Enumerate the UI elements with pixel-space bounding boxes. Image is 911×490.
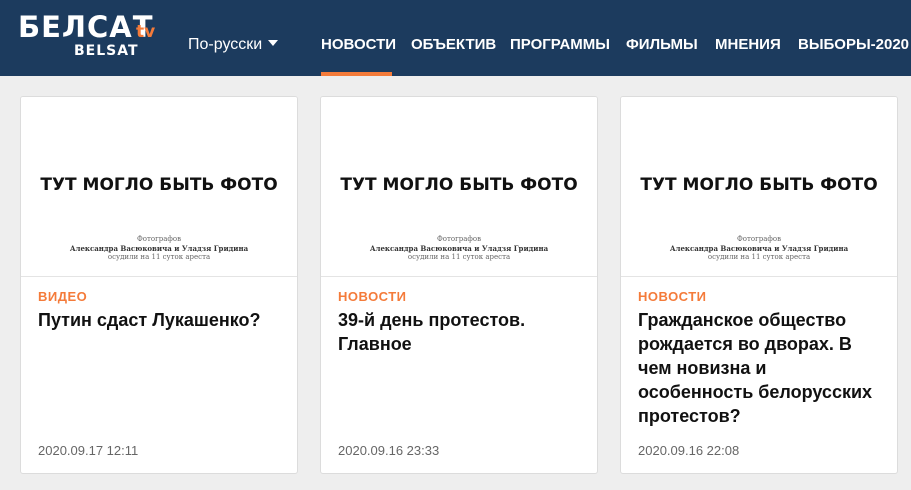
placeholder-caption: Фотографов	[436, 235, 482, 243]
placeholder-caption: осудили на 11 суток ареста	[107, 253, 211, 261]
placeholder-caption: Александра Васюковича и Уладзя Гридина	[69, 244, 249, 253]
logo-sub-text: BELSAT	[74, 43, 139, 59]
placeholder-title: ТУТ МОГЛО БЫТЬ ФОТО	[640, 175, 878, 195]
chevron-down-icon	[268, 39, 279, 46]
placeholder-caption: Александра Васюковича и Уладзя Гридина	[669, 244, 849, 253]
card-headline[interactable]: Путин сдаст Лукашенко?	[38, 308, 286, 332]
placeholder-caption: Фотографов	[136, 235, 182, 243]
news-card[interactable]: ТУТ МОГЛО БЫТЬ ФОТО Фотографов Александр…	[620, 96, 898, 474]
nav-item-programs[interactable]: ПРОГРАММЫ	[510, 35, 610, 55]
nav-item-elections-2020[interactable]: ВЫБОРЫ-2020	[798, 35, 909, 55]
photo-placeholder[interactable]: ТУТ МОГЛО БЫТЬ ФОТО Фотографов Александр…	[21, 97, 297, 277]
active-nav-indicator	[321, 72, 392, 76]
photo-placeholder[interactable]: ТУТ МОГЛО БЫТЬ ФОТО Фотографов Александр…	[321, 97, 597, 277]
logo-main-text: БЕЛСАТ	[18, 10, 154, 44]
nav-item-films[interactable]: ФИЛЬМЫ	[626, 35, 698, 55]
nav-item-obektiv[interactable]: ОБЪЕКТИВ	[411, 35, 496, 55]
nav-item-opinions[interactable]: МНЕНИЯ	[715, 35, 781, 55]
nav-item-news[interactable]: НОВОСТИ	[321, 35, 396, 55]
card-date: 2020.09.17 12:11	[38, 443, 139, 458]
news-card[interactable]: ТУТ МОГЛО БЫТЬ ФОТО Фотографов Александр…	[20, 96, 298, 474]
top-header: БЕЛСАТ tv BELSAT По-русски НОВОСТИ ОБЪЕК…	[0, 0, 911, 76]
card-category[interactable]: ВИДЕО	[38, 289, 87, 305]
language-selector[interactable]: По-русски	[188, 35, 279, 55]
photo-placeholder[interactable]: ТУТ МОГЛО БЫТЬ ФОТО Фотографов Александр…	[621, 97, 897, 277]
placeholder-caption: Александра Васюковича и Уладзя Гридина	[369, 244, 549, 253]
placeholder-caption: осудили на 11 суток ареста	[707, 253, 811, 261]
logo-tv-text: tv	[136, 22, 156, 42]
card-category[interactable]: НОВОСТИ	[338, 289, 407, 305]
placeholder-title: ТУТ МОГЛО БЫТЬ ФОТО	[340, 175, 578, 195]
news-card[interactable]: ТУТ МОГЛО БЫТЬ ФОТО Фотографов Александр…	[320, 96, 598, 474]
placeholder-caption: осудили на 11 суток ареста	[407, 253, 511, 261]
placeholder-title: ТУТ МОГЛО БЫТЬ ФОТО	[40, 175, 278, 195]
card-date: 2020.09.16 23:33	[338, 443, 440, 458]
card-category[interactable]: НОВОСТИ	[638, 289, 707, 305]
card-headline[interactable]: Гражданское общество рождается во дворах…	[638, 308, 886, 428]
placeholder-caption: Фотографов	[736, 235, 782, 243]
language-label: По-русски	[188, 36, 263, 53]
card-headline[interactable]: 39-й день протестов. Главное	[338, 308, 586, 356]
card-date: 2020.09.16 22:08	[638, 443, 740, 458]
belsat-logo[interactable]: БЕЛСАТ tv BELSAT	[18, 10, 160, 60]
